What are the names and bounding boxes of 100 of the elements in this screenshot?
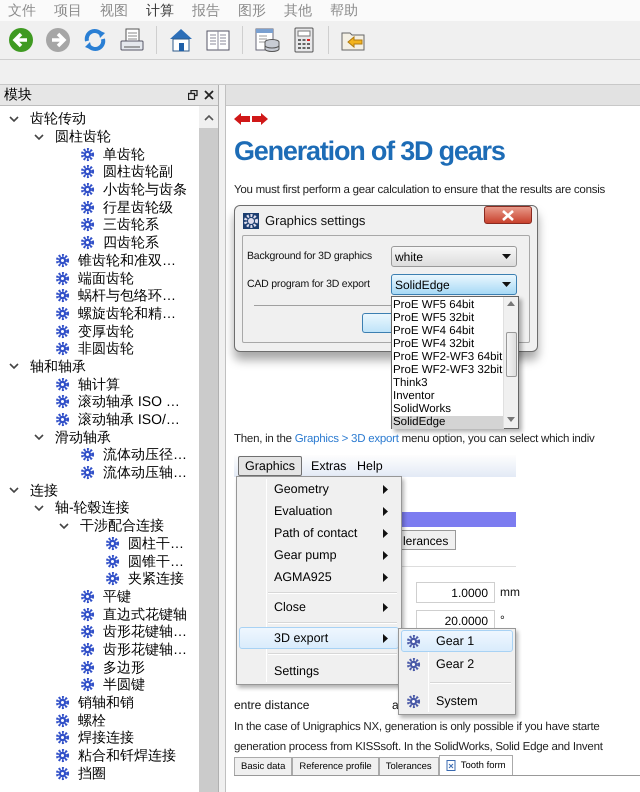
chevron-icon[interactable] <box>9 114 19 124</box>
paragraph: You must first perform a gear calculation to ensure that the results are consis <box>234 183 606 198</box>
number-field[interactable]: 1.0000 <box>416 582 495 603</box>
tree-item[interactable]: 流体动压径… <box>103 446 187 464</box>
tree-item[interactable]: 挡圈 <box>78 764 106 782</box>
tree-item[interactable]: 轴-轮毂连接 <box>55 499 130 516</box>
menu-item[interactable]: Gear 2 <box>401 653 513 675</box>
dropdown-option[interactable]: ProE WF4 64bit <box>392 325 504 338</box>
tree-item[interactable]: 连接 <box>30 482 58 499</box>
tree-item[interactable]: 小齿轮与齿条 <box>103 181 187 198</box>
menu-item[interactable]: AGMA925 <box>239 566 399 588</box>
tree-item[interactable]: 圆柱干… <box>128 534 184 552</box>
tree-item[interactable]: 滑动轴承 <box>55 428 111 446</box>
menu-item[interactable]: Close <box>239 596 399 618</box>
menu-item[interactable]: System <box>401 690 513 712</box>
tree-item[interactable]: 圆锥干… <box>128 552 184 570</box>
document-icon <box>446 760 457 771</box>
scrollbar[interactable] <box>199 106 218 792</box>
menu-item[interactable]: Geometry <box>239 478 399 500</box>
gear-icon <box>80 146 95 162</box>
tree-item[interactable]: 圆柱齿轮 <box>55 128 111 146</box>
scroll-up-icon[interactable] <box>204 114 214 120</box>
chevron-icon[interactable] <box>9 361 19 372</box>
dropdown-option[interactable]: ProE WF5 32bit <box>392 312 504 325</box>
menu-item[interactable]: Graphics <box>238 456 302 476</box>
dropdown-option[interactable]: ProE WF4 32bit <box>392 338 504 351</box>
tree-item[interactable]: 夹紧连接 <box>128 570 184 588</box>
chevron-icon[interactable] <box>9 485 19 496</box>
menu-item[interactable]: Settings <box>239 660 399 682</box>
gear-icon <box>80 217 95 232</box>
tree-item[interactable]: 四齿轮系 <box>103 234 159 252</box>
tree-item[interactable]: 轴和轴承 <box>30 358 86 375</box>
home-icon[interactable] <box>168 27 194 53</box>
dropdown-option[interactable]: ProE WF2-WF3 64bit <box>392 351 504 364</box>
dropdown-option[interactable]: SolidEdge <box>392 416 504 429</box>
chevron-icon[interactable] <box>34 502 44 513</box>
tab[interactable]: Basic data <box>234 757 292 775</box>
tree-item[interactable]: 螺栓 <box>78 712 106 729</box>
tree-item[interactable]: 变厚齿轮 <box>78 322 134 340</box>
dropdown-field[interactable]: SolidEdge <box>391 274 517 295</box>
tree-item[interactable]: 流体动压轴… <box>103 464 187 482</box>
tab[interactable]: Reference profile <box>292 757 379 775</box>
tree-item[interactable]: 齿形花键轴… <box>103 623 187 640</box>
gear-icon <box>80 200 95 215</box>
tree-item[interactable]: 锥齿轮和准双… <box>78 252 176 269</box>
tree-item[interactable]: 焊接连接 <box>78 729 134 746</box>
back-icon[interactable] <box>8 27 34 53</box>
tree-item[interactable]: 滚动轴承 ISO … <box>78 393 180 410</box>
refresh-icon[interactable] <box>82 27 108 53</box>
tree-item[interactable]: 多边形 <box>103 658 145 676</box>
dropdown-option[interactable]: Think3 <box>392 377 504 390</box>
scrollbar[interactable] <box>503 297 518 428</box>
tree-item[interactable]: 平键 <box>103 588 131 605</box>
tree-item[interactable]: 滚动轴承 ISO/… <box>78 411 180 428</box>
scroll-down-icon[interactable] <box>507 417 515 422</box>
close-button[interactable] <box>484 206 532 224</box>
page-title: Generation of 3D gears <box>234 135 505 168</box>
dropdown-option[interactable]: ProE WF5 64bit <box>392 299 504 312</box>
tree-item[interactable]: 销轴和销 <box>78 694 134 712</box>
database-icon[interactable] <box>254 27 280 53</box>
tree-item[interactable]: 螺旋齿轮和精… <box>78 304 176 322</box>
tree-item[interactable]: 行星齿轮级 <box>103 198 173 216</box>
close-icon[interactable] <box>204 90 214 100</box>
dropdown-option[interactable]: Inventor <box>392 390 504 403</box>
gear-icon <box>55 341 70 356</box>
tab[interactable]: Tolerances <box>378 757 439 775</box>
chevron-icon[interactable] <box>34 432 44 442</box>
tree-item[interactable]: 单齿轮 <box>103 146 145 163</box>
menu-path-link[interactable]: Graphics > 3D export <box>294 433 399 445</box>
dialog-button[interactable] <box>362 313 392 333</box>
menu-item[interactable]: Gear 1 <box>401 630 513 652</box>
scroll-thumb[interactable] <box>506 332 517 377</box>
tree-item[interactable]: 干涉配合连接 <box>80 517 164 534</box>
tree-item[interactable]: 端面齿轮 <box>78 270 134 287</box>
tree-item[interactable]: 齿形花键轴… <box>103 640 187 658</box>
dropdown-option[interactable]: SolidWorks <box>392 403 504 416</box>
gear-icon <box>80 588 95 604</box>
tree-item[interactable]: 半圆键 <box>103 676 145 694</box>
tree-item[interactable]: 齿轮传动 <box>30 110 86 128</box>
tree-item[interactable]: 蜗杆与包络环… <box>78 287 176 304</box>
tab[interactable]: Tooth form <box>438 755 513 775</box>
chevron-icon[interactable] <box>59 520 69 531</box>
dropdown-option[interactable]: ProE WF2-WF3 32bit <box>392 364 504 377</box>
restore-icon[interactable] <box>188 90 198 100</box>
scroll-up-icon[interactable] <box>507 301 515 306</box>
dropdown-field[interactable]: white <box>391 246 517 267</box>
menu-item[interactable]: 计算 <box>146 2 192 20</box>
tree-item[interactable]: 直边式花键轴 <box>103 606 187 623</box>
forward-arrow-icon[interactable] <box>252 113 268 125</box>
back-arrow-icon[interactable] <box>234 113 250 125</box>
chevron-icon[interactable] <box>34 132 44 142</box>
tree-item[interactable]: 三齿轮系 <box>103 216 159 234</box>
tree-item[interactable]: 轴计算 <box>78 376 120 393</box>
menu-item[interactable]: Evaluation <box>239 500 399 522</box>
gear-icon <box>80 677 95 692</box>
printer-icon[interactable] <box>119 27 145 53</box>
tree-item[interactable]: 非圆齿轮 <box>78 340 134 358</box>
tree-item[interactable]: 粘合和钎焊连接 <box>78 747 176 764</box>
tree-item[interactable]: 圆柱齿轮副 <box>103 163 173 180</box>
menu-item[interactable]: 3D export <box>239 627 399 649</box>
